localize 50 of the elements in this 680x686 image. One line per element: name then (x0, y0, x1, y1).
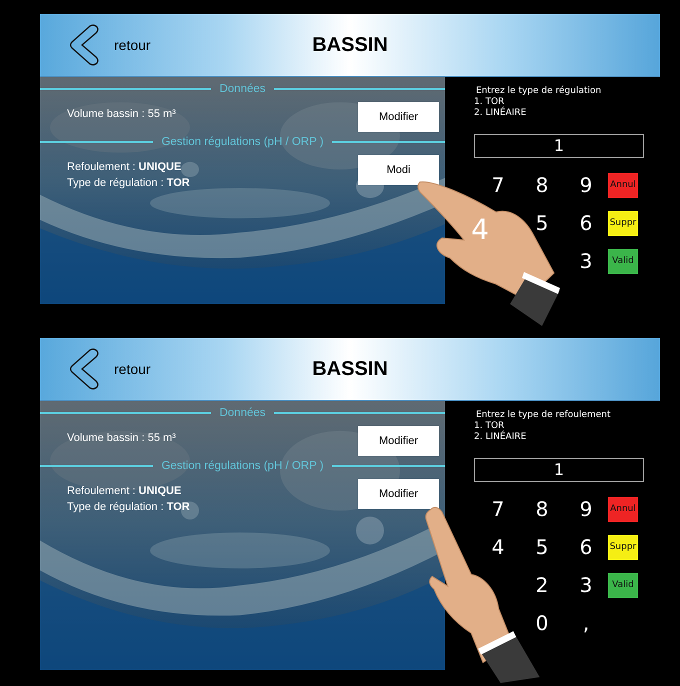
setting-text: Volume bassin : 55 m³ (67, 108, 176, 120)
setting-text: Type de régulation : TOR (67, 501, 190, 513)
back-button[interactable]: retour (68, 347, 151, 391)
setting-text: Type de régulation : TOR (67, 177, 190, 189)
back-button[interactable]: retour (68, 23, 151, 67)
option-text: 1. TOR (474, 97, 504, 107)
action-key[interactable]: Annul (608, 496, 638, 522)
option-text: 2. LINÉAIRE (474, 432, 526, 443)
section-heading: Gestion régulations (pH / ORP ) (161, 136, 324, 148)
screen-title: BASSIN (312, 358, 388, 381)
modify-button[interactable]: Modi (358, 155, 439, 185)
section-heading: Données (219, 407, 266, 419)
number-key[interactable]: , (571, 608, 601, 638)
number-key[interactable]: 8 (527, 494, 557, 524)
chevron-icon (68, 23, 100, 67)
number-key[interactable]: 7 (483, 494, 513, 524)
setting-text: Refoulement : UNIQUE (67, 485, 182, 497)
number-key[interactable]: 9 (571, 494, 601, 524)
prompt-text: Entrez le type de régulation (476, 86, 602, 97)
modify-button[interactable]: Modifier (358, 479, 439, 509)
number-key[interactable]: 9 (571, 170, 601, 200)
number-key[interactable]: 3 (571, 246, 601, 276)
chevron-icon (68, 347, 100, 391)
number-key[interactable]: 6 (571, 208, 601, 238)
setting-text: Refoulement : UNIQUE (67, 161, 182, 173)
number-key[interactable]: 5 (527, 208, 557, 238)
number-key[interactable]: 7 (483, 170, 513, 200)
modify-button[interactable]: Modifier (358, 426, 439, 456)
number-key[interactable]: 4 (483, 532, 513, 562)
action-key[interactable]: Valid (608, 572, 638, 598)
number-key[interactable]: 6 (571, 532, 601, 562)
value-display: 1 (474, 134, 644, 158)
option-text: 2. LINÉAIRE (474, 108, 526, 119)
number-key[interactable]: 0 (527, 608, 557, 638)
screen-title: BASSIN (312, 34, 388, 57)
action-key[interactable]: Suppr (608, 210, 638, 236)
number-key[interactable]: 8 (527, 170, 557, 200)
number-key[interactable]: 3 (571, 570, 601, 600)
value-display: 1 (474, 458, 644, 482)
prompt-text: Entrez le type de refoulement (476, 410, 611, 421)
number-key[interactable]: 2 (527, 570, 557, 600)
action-key[interactable]: Valid (608, 248, 638, 274)
action-key[interactable]: Annul (608, 172, 638, 198)
section-heading: Données (219, 83, 266, 95)
setting-text: Volume bassin : 55 m³ (67, 432, 176, 444)
option-text: 1. TOR (474, 421, 504, 431)
number-key[interactable]: 5 (527, 532, 557, 562)
modify-button[interactable]: Modifier (358, 102, 439, 132)
action-key[interactable]: Suppr (608, 534, 638, 560)
section-heading: Gestion régulations (pH / ORP ) (161, 460, 324, 472)
